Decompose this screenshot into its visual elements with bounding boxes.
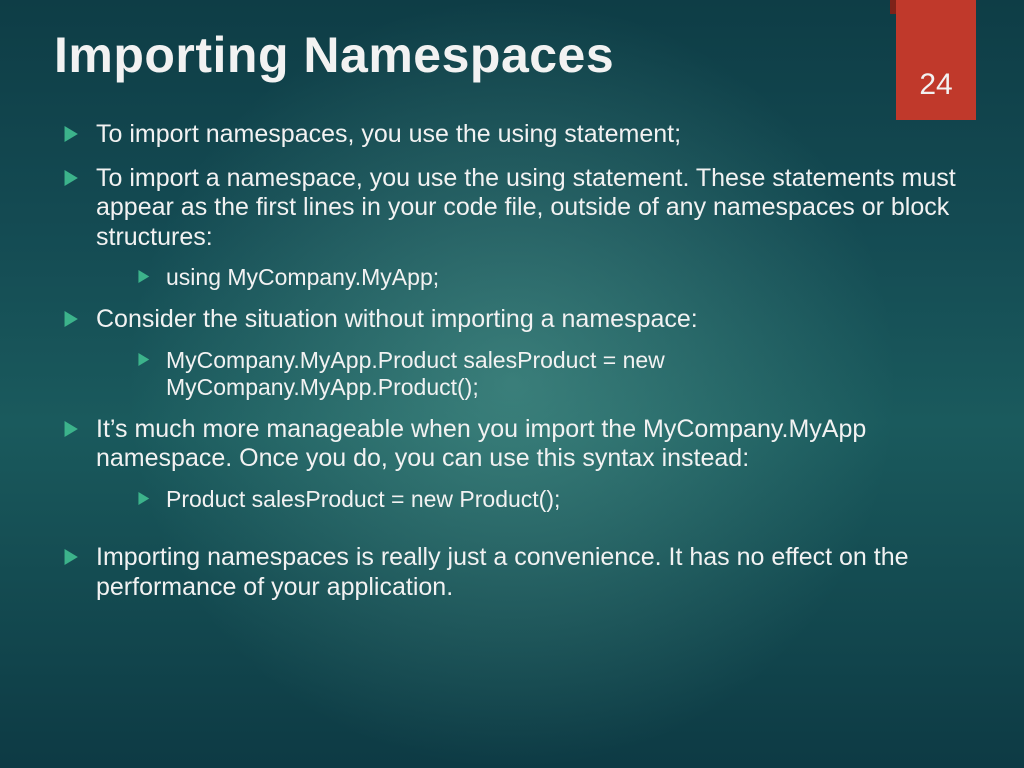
slide: 24 Importing Namespaces To import namesp… [0,0,1024,768]
bullet-text: It’s much more manageable when you impor… [96,415,866,473]
bullet-triangle-icon [64,170,78,186]
sub-bullet-item: using MyCompany.MyApp; [138,264,976,291]
bullet-text: Consider the situation without importing… [96,305,698,333]
slide-title: Importing Namespaces [0,0,1024,94]
sub-bullet-text: using MyCompany.MyApp; [166,264,439,290]
sub-bullet-text: MyCompany.MyApp.Product salesProduct = n… [166,347,665,400]
sub-bullet-list: using MyCompany.MyApp; [138,264,976,291]
bullet-item: To import a namespace, you use the using… [64,164,976,292]
bullet-triangle-icon [64,421,78,437]
bullet-triangle-icon [138,270,150,283]
bullet-item: Importing namespaces is really just a co… [64,543,976,602]
page-number: 24 [919,68,952,102]
sub-bullet-item: Product salesProduct = new Product(); [138,486,976,513]
bullet-triangle-icon [64,549,78,565]
bullet-triangle-icon [138,492,150,505]
bullet-text: To import a namespace, you use the using… [96,164,956,251]
sub-bullet-item: MyCompany.MyApp.Product salesProduct = n… [138,347,976,401]
sub-bullet-list: MyCompany.MyApp.Product salesProduct = n… [138,347,976,401]
bullet-triangle-icon [64,311,78,327]
bullet-text: To import namespaces, you use the using … [96,120,681,148]
bullet-text: Importing namespaces is really just a co… [96,543,909,601]
bullet-item: Consider the situation without importing… [64,305,976,401]
sub-bullet-text: Product salesProduct = new Product(); [166,486,560,512]
bullet-triangle-icon [138,353,150,366]
bullet-item: It’s much more manageable when you impor… [64,415,976,513]
bullet-item: To import namespaces, you use the using … [64,120,976,150]
bullet-triangle-icon [64,126,78,142]
bullet-list: To import namespaces, you use the using … [64,120,976,602]
sub-bullet-list: Product salesProduct = new Product(); [138,486,976,513]
page-number-ribbon: 24 [896,0,976,120]
